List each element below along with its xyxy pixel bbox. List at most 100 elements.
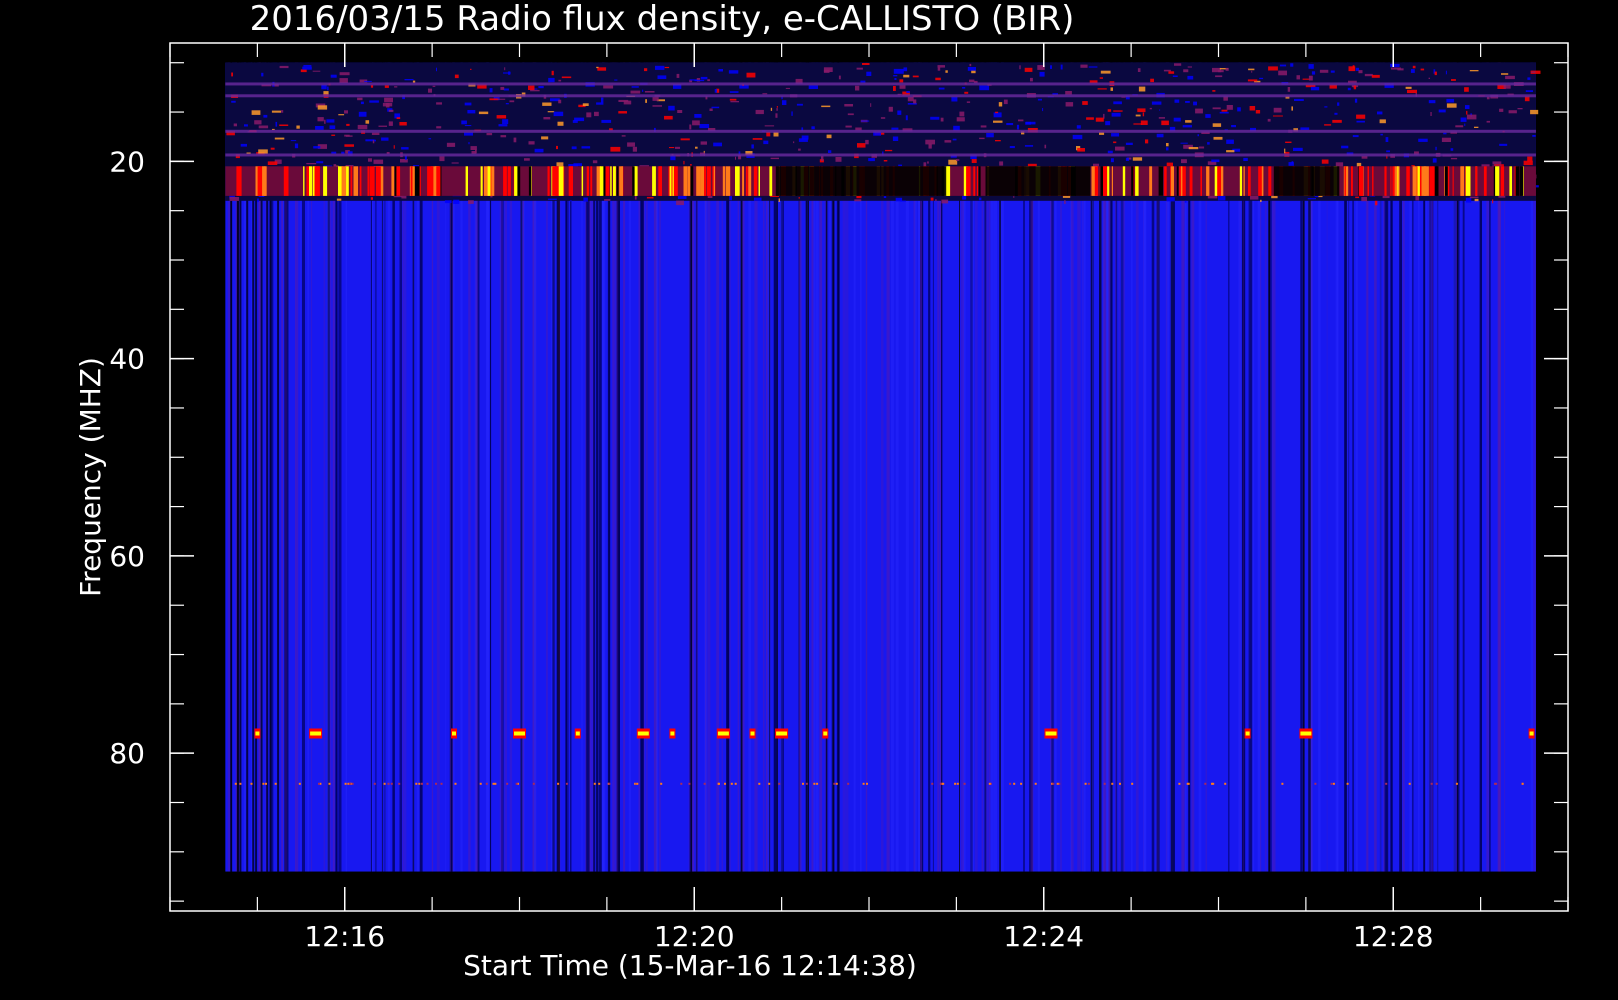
rfi-streak [676,73,680,78]
rfi-streak [1182,125,1192,128]
band-streak [487,166,491,196]
rfi-streak [1382,195,1390,199]
rfi-streak [1105,121,1111,126]
band-streak [735,166,740,196]
rfi-streak [1293,147,1303,151]
rfi-streak [428,138,432,140]
rfi-streak [345,165,354,167]
rfi-streak [1184,200,1187,203]
rfi-streak [1517,108,1523,110]
band-streak [1394,166,1396,196]
rfi-streak [538,86,544,89]
rfi-streak [1527,156,1533,162]
rfi-streak [344,144,354,147]
rfi-streak [1111,133,1120,137]
rfi-streak [412,80,416,83]
rfi-streak [940,117,944,122]
band-streak [581,166,584,196]
faint-line-dot [239,782,242,785]
burst-core [1300,731,1312,736]
rfi-streak [1110,87,1113,91]
rfi-streak [769,195,779,197]
band-streak [367,166,370,196]
faint-line-dot [387,782,390,785]
rfi-streak [690,164,692,166]
rfi-streak [326,119,335,123]
rfi-streak [1100,70,1111,74]
faint-line-dot [1495,782,1498,785]
rfi-streak [384,85,389,88]
band-streak [507,166,511,196]
rfi-streak [454,74,459,79]
rfi-streak [1319,69,1329,73]
rfi-streak [339,78,348,83]
band-streak [262,166,267,196]
rfi-streak [254,120,262,125]
rfi-streak [1356,162,1362,167]
rfi-streak [664,66,670,69]
rfi-streak [1185,120,1192,123]
rfi-streak [1356,114,1366,119]
band-streak [1131,166,1134,196]
rfi-streak [630,90,641,94]
rfi-streak [776,108,778,111]
rfi-streak [1308,64,1314,69]
rfi-streak [556,162,564,167]
band-streak [1495,166,1500,196]
rfi-streak [1445,70,1447,75]
rfi-streak [394,86,398,88]
rfi-streak [891,127,899,130]
rfi-streak [906,91,910,93]
rfi-streak [645,99,647,103]
rfi-streak [374,139,376,142]
rfi-streak [1042,108,1044,112]
rfi-streak [1113,110,1123,112]
rfi-streak [1255,110,1261,114]
rfi-streak [257,198,259,203]
rfi-streak [700,141,707,145]
rfi-streak [528,141,535,145]
rfi-streak [1310,86,1320,91]
rfi-streak [1018,119,1024,122]
rfi-streak [1523,160,1533,166]
rfi-streak [1273,107,1282,113]
rfi-streak [231,72,233,77]
rfi-streak [1231,125,1236,128]
band-streak [659,166,662,196]
rfi-streak [1347,87,1351,91]
rfi-streak [1268,66,1278,71]
rfi-streak [338,114,345,116]
band-streak [1500,166,1505,196]
rfi-streak [393,145,395,149]
rfi-streak [1181,159,1187,164]
burst-core [1529,731,1534,736]
rfi-streak [333,164,337,167]
band-streak [1100,166,1103,196]
rfi-streak [471,151,476,154]
faint-line-dot [274,782,277,785]
rfi-streak [294,143,299,149]
rfi-streak [964,91,969,94]
rfi-streak [1474,198,1479,202]
rfi-streak [1341,145,1349,149]
rfi-streak [1432,158,1437,163]
rfi-streak [948,159,958,165]
faint-line-dot [680,782,683,785]
band-streak [317,166,320,196]
rfi-streak [229,197,240,201]
rfi-streak [1469,196,1479,199]
spectrogram-chart: 2016/03/15 Radio flux density, e-CALLIST… [0,0,1618,1000]
rfi-streak [935,77,941,81]
rfi-streak [1285,141,1292,143]
rfi-streak [999,161,1004,166]
faint-line-dot [426,782,429,785]
burst-core [1245,731,1250,736]
rfi-streak [1352,135,1359,138]
rfi-streak [770,107,773,111]
faint-line-dot [833,782,836,785]
rfi-streak [569,200,572,202]
rfi-streak [315,126,324,130]
burst-core [776,731,788,736]
rfi-streak [464,125,472,127]
rfi-streak [1188,147,1199,150]
